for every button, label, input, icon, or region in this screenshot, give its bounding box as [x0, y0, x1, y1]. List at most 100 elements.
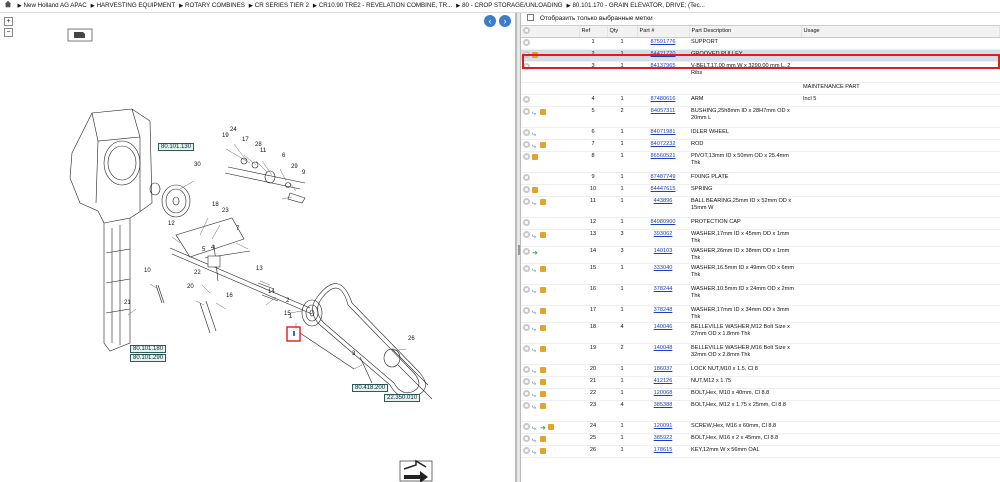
table-row[interactable]: ⤷ 18 4 140046 BELLEVILLE WASHER,M12 Bolt Siz…: [521, 322, 1000, 344]
part-number-link[interactable]: 385922: [654, 435, 673, 441]
linked-part-icon[interactable]: ⤷: [532, 425, 538, 432]
linked-part-icon[interactable]: ⤷: [532, 380, 538, 387]
ref-label-22-350-010[interactable]: 22.350.010: [384, 394, 421, 402]
package-icon[interactable]: [540, 307, 546, 314]
table-row[interactable]: ⤷ 16 1 378244 WASHER,10.5mm ID x 24mm OD x 2…: [521, 284, 1000, 306]
table-row[interactable]: ➜ 14 3 140103 WASHER,26mm ID x 38mm OD x 1mm…: [521, 246, 1000, 264]
breadcrumb-item-2[interactable]: ▶ ROTARY COMBINES: [179, 2, 245, 9]
part-number-link[interactable]: 84071981: [651, 129, 676, 135]
part-number-link[interactable]: 120091: [654, 423, 673, 429]
add-to-list-icon[interactable]: [523, 230, 530, 238]
next-page-arrow-icon[interactable]: [399, 459, 433, 482]
table-row[interactable]: ⤷ 21 1 412126 NUT,M12 x 1.75: [521, 376, 1000, 389]
breadcrumb-item-0[interactable]: ▶ New Holland AG APAC: [18, 2, 87, 9]
table-row[interactable]: 10 1 84447615 SPRING: [521, 184, 1000, 197]
table-row[interactable]: ⤷ 17 1 378248 WASHER,17mm ID x 34mm OD x 3mm…: [521, 305, 1000, 323]
package-icon[interactable]: [540, 286, 546, 293]
part-number-link[interactable]: 186037: [654, 366, 673, 372]
column-qty[interactable]: Qty: [607, 26, 638, 38]
ref-label-80-418-200[interactable]: 80.418.200: [352, 384, 389, 392]
callout-19[interactable]: 19: [222, 133, 229, 139]
linked-part-icon[interactable]: ⤷: [532, 288, 538, 295]
callout-4[interactable]: 4: [211, 245, 214, 251]
add-to-list-icon[interactable]: [523, 306, 530, 314]
part-number-link[interactable]: 140103: [654, 248, 673, 254]
part-number-link[interactable]: 84421720: [651, 51, 676, 57]
callout-2[interactable]: 2: [286, 298, 289, 304]
add-to-list-icon[interactable]: [523, 38, 530, 46]
breadcrumb-item-4[interactable]: ▶ CR10.90 TRE2 - REVELATION COMBINE, TR..…: [313, 2, 452, 9]
part-number-link[interactable]: 412126: [654, 378, 673, 384]
add-to-list-icon[interactable]: [523, 152, 530, 160]
package-icon[interactable]: [540, 108, 546, 115]
table-row[interactable]: ⤷ 22 1 120068 BOLT,Hex, M10 x 40mm, Cl 8.8: [521, 388, 1000, 401]
add-to-list-icon[interactable]: [523, 344, 530, 352]
part-number-link[interactable]: 87480616: [651, 96, 676, 102]
package-icon[interactable]: [540, 435, 546, 442]
table-row[interactable]: ⤷ 7 1 84072232 ROD: [521, 139, 1000, 152]
table-row[interactable]: 2 1 84421720 GROOVED PULLEY: [521, 49, 1000, 62]
add-to-list-icon[interactable]: [523, 95, 530, 103]
callout-14[interactable]: 14: [268, 289, 275, 295]
column-part-number[interactable]: Part #: [637, 26, 690, 38]
linked-part-icon[interactable]: ⤷: [532, 437, 538, 444]
callout-12[interactable]: 12: [168, 221, 175, 227]
breadcrumb-item-3[interactable]: ▶ CR SERIES TIER 2: [249, 2, 309, 9]
part-number-link[interactable]: 393062: [654, 231, 673, 237]
part-number-link[interactable]: 385388: [654, 402, 673, 408]
add-to-list-icon[interactable]: [523, 434, 530, 442]
callout-17[interactable]: 17: [242, 137, 249, 143]
ref-label-80-101-290[interactable]: 80.101.290: [130, 354, 167, 362]
add-to-list-icon[interactable]: [523, 62, 530, 70]
part-number-link[interactable]: 84447615: [651, 186, 676, 192]
linked-part-icon[interactable]: ⤷: [532, 404, 538, 411]
callout-13[interactable]: 13: [256, 266, 263, 272]
table-row[interactable]: ⤷ 23 4 385388 BOLT,Hex, M12 x 1.75 x 25mm, C…: [521, 400, 1000, 422]
callout-24[interactable]: 24: [230, 127, 237, 133]
part-number-link[interactable]: 140048: [654, 345, 673, 351]
table-row[interactable]: 1 1 87591776 SUPPORT: [521, 37, 1000, 50]
package-icon[interactable]: [540, 265, 546, 272]
breadcrumb-item-1[interactable]: ▶ HARVESTING EQUIPMENT: [91, 2, 175, 9]
table-row[interactable]: ⤷ 13 3 393062 WASHER,17mm ID x 45mm OD x 1mm…: [521, 229, 1000, 247]
table-row[interactable]: 8 1 86560521 PIVOT,13mm ID x 50mm OD x 25.4…: [521, 151, 1000, 173]
callout-20[interactable]: 20: [187, 284, 194, 290]
linked-part-icon[interactable]: ⤷: [532, 200, 538, 207]
callout-30[interactable]: 30: [194, 162, 201, 168]
package-icon[interactable]: [540, 390, 546, 397]
linked-part-icon[interactable]: ⤷: [532, 368, 538, 375]
linked-part-icon[interactable]: ⤷: [532, 233, 538, 240]
print-icon[interactable]: [67, 28, 93, 42]
add-to-list-icon[interactable]: [523, 107, 530, 115]
linked-part-icon[interactable]: ⤷: [532, 326, 538, 333]
add-to-list-icon[interactable]: [523, 185, 530, 193]
linked-part-icon[interactable]: ⤷: [532, 309, 538, 316]
callout-7[interactable]: 7: [236, 226, 239, 232]
add-to-list-icon[interactable]: [523, 365, 530, 373]
part-number-link[interactable]: 84057311: [651, 108, 675, 114]
package-icon[interactable]: [540, 378, 546, 385]
package-icon[interactable]: [540, 198, 546, 205]
table-row[interactable]: 4 1 87480616 ARM Incl 5: [521, 94, 1000, 107]
package-icon[interactable]: [532, 51, 538, 58]
table-row[interactable]: ⤷ 11 1 443896 BALL BEARING,25mm ID x 52mm OD…: [521, 196, 1000, 218]
callout-16[interactable]: 16: [226, 293, 233, 299]
add-to-list-icon[interactable]: [523, 218, 530, 226]
table-row[interactable]: ⤷ 15 1 333040 WASHER,16.5mm ID x 49mm OD x 6…: [521, 263, 1000, 285]
callout-22[interactable]: 22: [194, 270, 201, 276]
callout-23[interactable]: 23: [222, 208, 229, 214]
part-number-link[interactable]: 140046: [654, 324, 673, 330]
table-row[interactable]: ⤷ 25 1 385922 BOLT,Hex, M16 x 2 x 45mm, Cl 8…: [521, 433, 1000, 446]
package-icon[interactable]: [540, 366, 546, 373]
add-to-list-icon[interactable]: [523, 323, 530, 331]
table-row[interactable]: MAINTENANCE PART: [521, 82, 1000, 95]
table-row[interactable]: ⤷ ➜ 24 1 120091 SCREW,Hex, M16 x 60mm, Cl 8.8: [521, 421, 1000, 434]
table-row[interactable]: ⤷ 5 2 84057311 BUSHING,25h8mm ID x 28H7mm OD…: [521, 106, 1000, 128]
breadcrumb-item-5[interactable]: ▶ 80 - CROP STORAGE/UNLOADING: [456, 2, 562, 9]
part-number-link[interactable]: 178615: [654, 447, 673, 453]
part-number-link[interactable]: 120068: [654, 390, 673, 396]
add-to-list-icon[interactable]: [523, 197, 530, 205]
linked-part-icon[interactable]: ⤷: [532, 267, 538, 274]
part-number-link[interactable]: 84072232: [651, 141, 676, 147]
table-row[interactable]: ⤷ 19 2 140048 BELLEVILLE WASHER,M16 Bolt Siz…: [521, 343, 1000, 365]
